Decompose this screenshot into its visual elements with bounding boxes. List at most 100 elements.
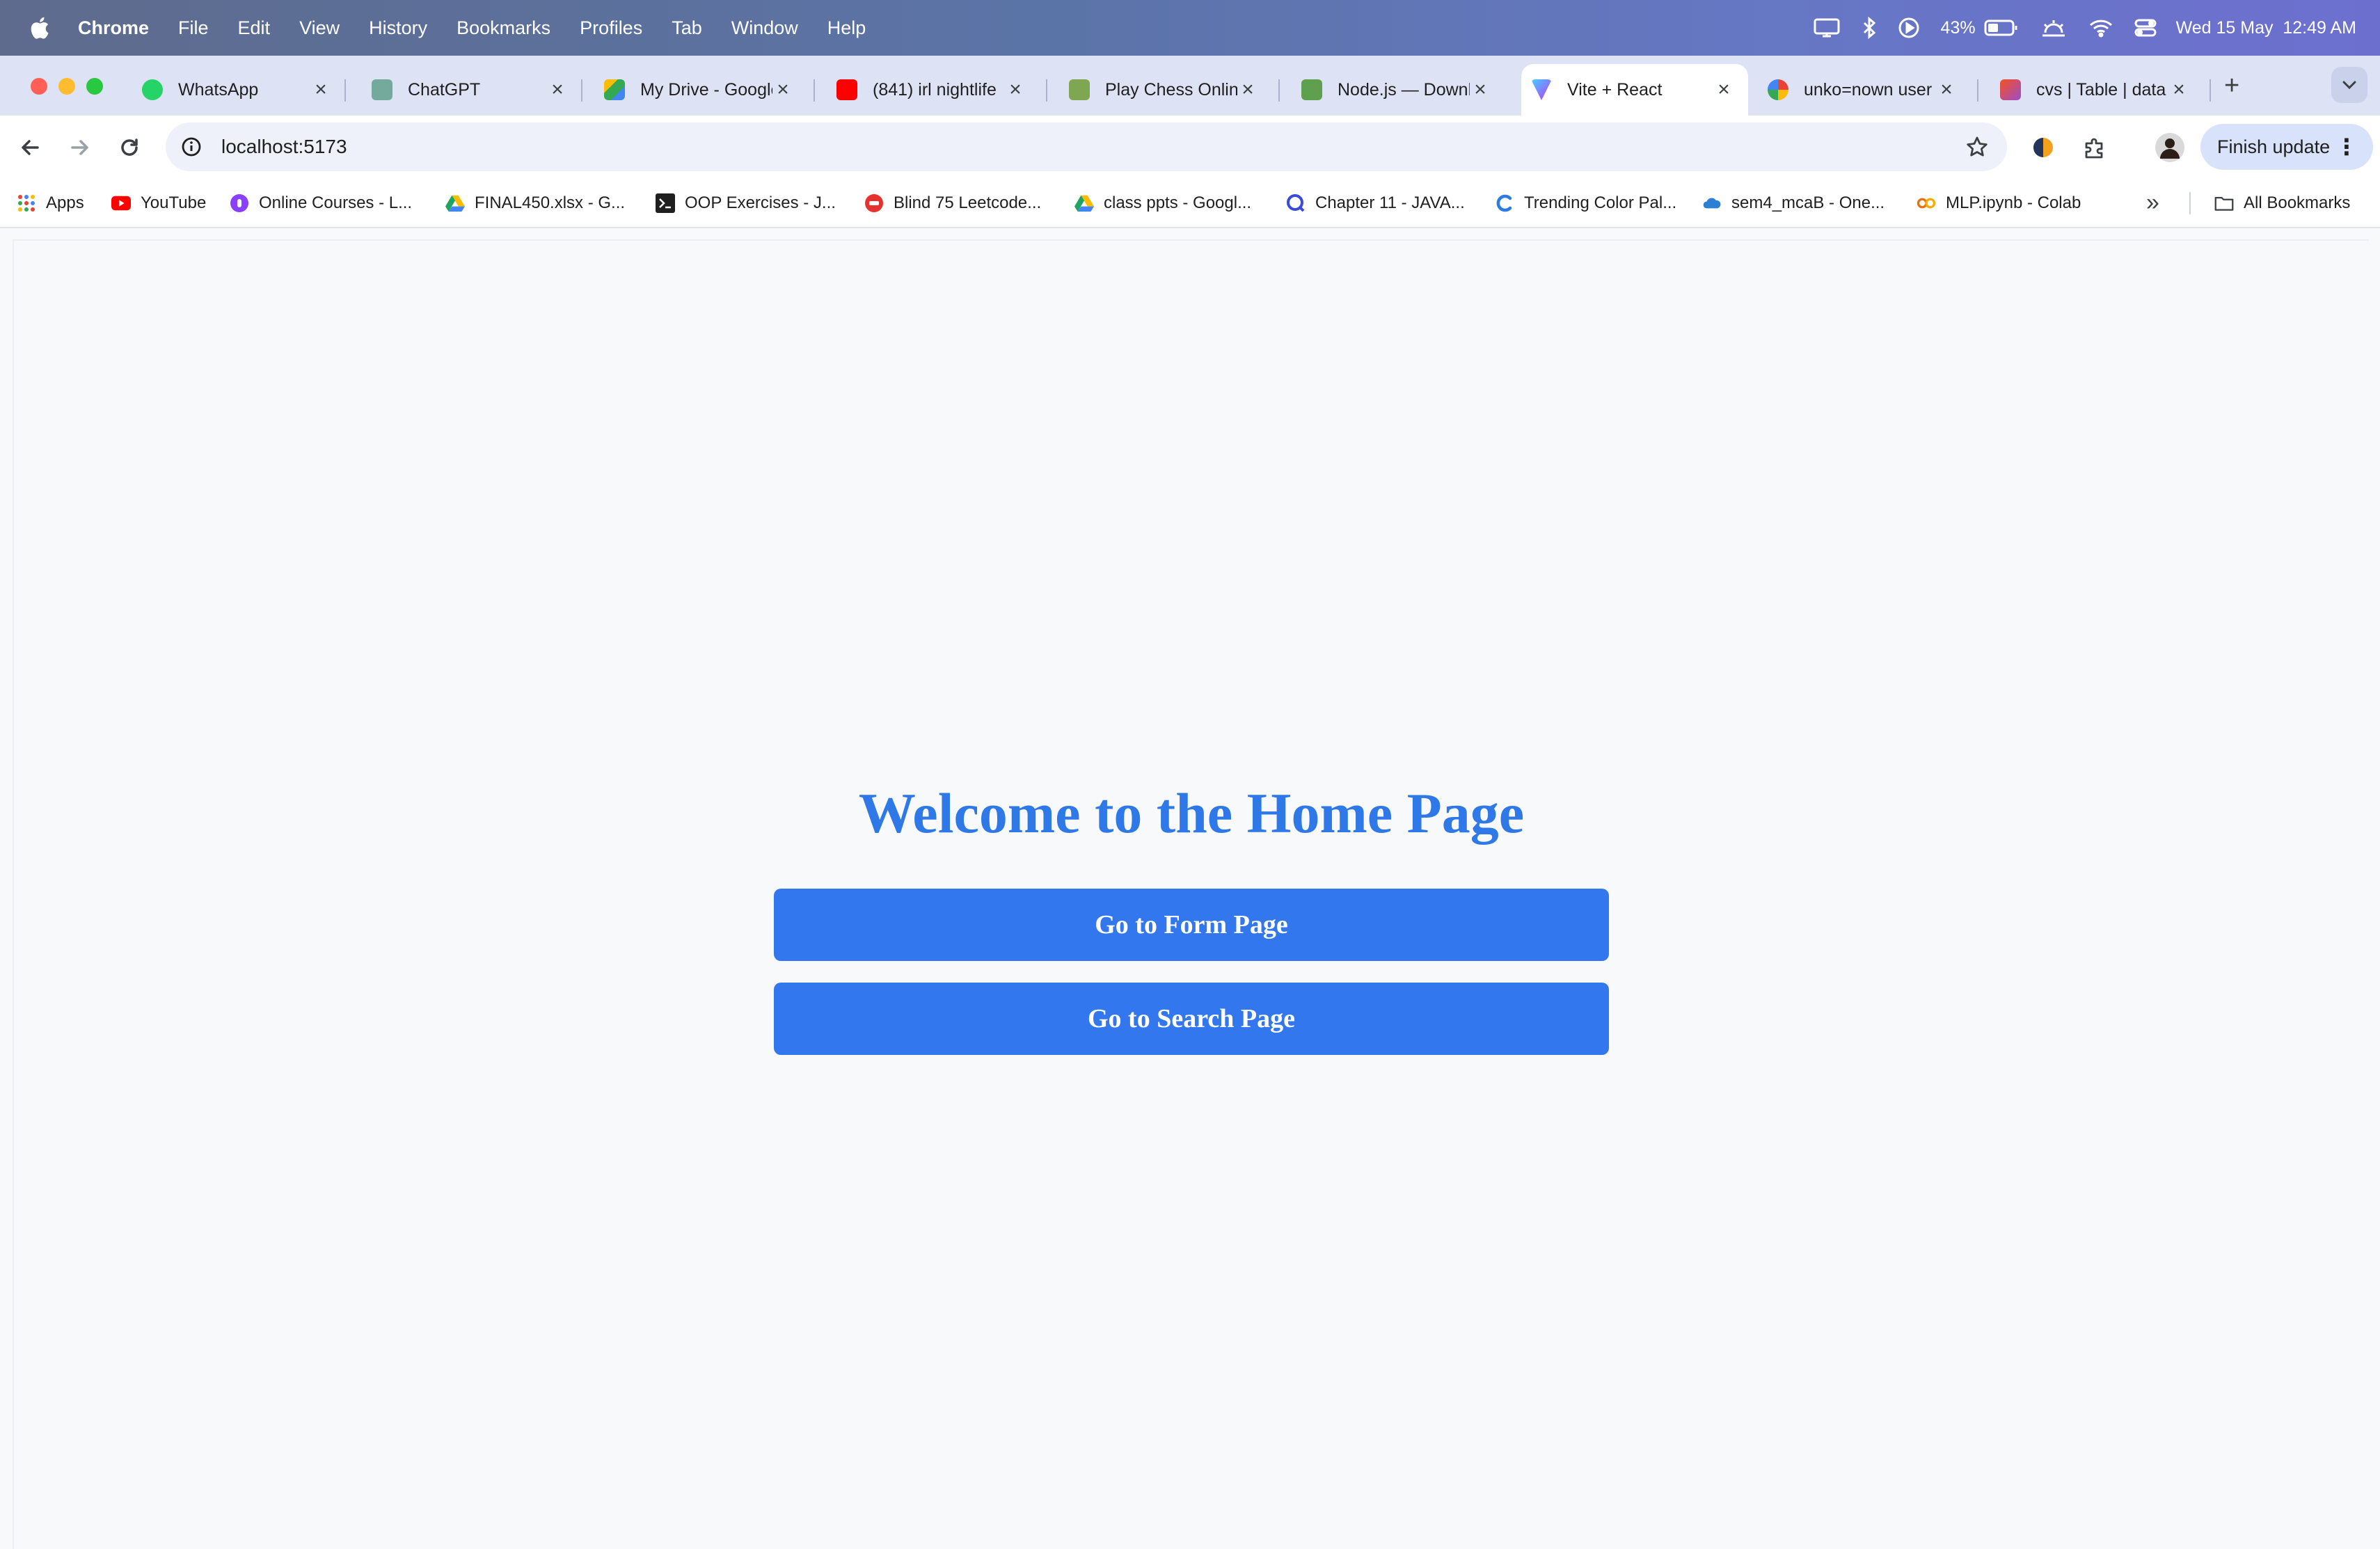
bookmark-label: FINAL450.xlsx - G...: [475, 193, 626, 212]
bookmark-star-icon[interactable]: [1965, 135, 1989, 159]
page-title: Welcome to the Home Page: [858, 781, 1525, 845]
site-info-icon[interactable]: [181, 136, 202, 157]
close-tab-icon[interactable]: ×: [1237, 78, 1258, 102]
bookmark-label: Trending Color Pal...: [1524, 193, 1677, 212]
brightness-icon[interactable]: [2040, 17, 2068, 38]
more-vert-icon[interactable]: ⋮: [2335, 136, 2358, 158]
go-to-search-button[interactable]: Go to Search Page: [774, 983, 1609, 1055]
close-tab-icon[interactable]: ×: [1005, 78, 1026, 102]
tab-title: Vite + React: [1567, 79, 1663, 100]
leetcode-icon: [864, 193, 884, 213]
url-text[interactable]: localhost:5173: [221, 136, 1965, 158]
bookmark-mlp-colab[interactable]: MLP.ipynb - Colab: [1917, 180, 2081, 227]
screen-mirroring-icon[interactable]: [1813, 17, 1841, 38]
google-drive-icon: [604, 79, 625, 100]
bookmark-apps[interactable]: Apps: [17, 180, 84, 227]
menubar-datetime[interactable]: Wed 15 May 12:49 AM: [2176, 18, 2356, 38]
new-tab-plus-icon[interactable]: +: [2224, 71, 2239, 101]
menu-file[interactable]: File: [178, 17, 209, 39]
bookmark-online-courses[interactable]: Online Courses - L...: [230, 180, 412, 227]
bookmark-trending-color[interactable]: Trending Color Pal...: [1495, 180, 1676, 227]
courses-icon: [230, 193, 249, 213]
tab-separator: [1278, 79, 1280, 102]
bookmark-label: Online Courses - L...: [259, 193, 413, 212]
close-tab-icon[interactable]: ×: [1936, 78, 1957, 102]
go-to-form-button[interactable]: Go to Form Page: [774, 889, 1609, 961]
menu-bookmarks[interactable]: Bookmarks: [457, 17, 550, 39]
close-tab-icon[interactable]: ×: [1713, 78, 1734, 102]
apps-grid-icon: [17, 193, 36, 213]
forward-arrow-icon[interactable]: [64, 132, 95, 163]
menu-app-name[interactable]: Chrome: [78, 17, 149, 39]
youtube-icon: [836, 79, 857, 100]
menu-view[interactable]: View: [299, 17, 340, 39]
tab-chatgpt[interactable]: ChatGPT ×: [362, 64, 582, 116]
tab-title: cvs | Table | data: [2036, 79, 2166, 100]
bookmark-oop-exercises[interactable]: OOP Exercises - J...: [656, 180, 836, 227]
battery-percent: 43%: [1940, 17, 1976, 38]
tab-separator: [814, 79, 815, 102]
google-drive-icon: [445, 193, 465, 213]
tab-nodejs[interactable]: Node.js — Download ×: [1292, 64, 1512, 116]
bookmark-class-ppts[interactable]: class ppts - Googl...: [1074, 180, 1251, 227]
bookmark-blind-75[interactable]: Blind 75 Leetcode...: [864, 180, 1041, 227]
menu-window[interactable]: Window: [731, 17, 798, 39]
bookmark-youtube[interactable]: YouTube: [111, 180, 206, 227]
control-center-icon[interactable]: [2134, 18, 2157, 38]
menu-help[interactable]: Help: [827, 17, 866, 39]
close-tab-icon[interactable]: ×: [772, 78, 793, 102]
wifi-icon[interactable]: [2088, 18, 2113, 38]
tab-google-drive[interactable]: My Drive - Google ×: [594, 64, 815, 116]
media-play-icon[interactable]: [1898, 17, 1920, 39]
back-arrow-icon[interactable]: [15, 132, 46, 163]
tab-google-search[interactable]: unko=nown user ×: [1758, 64, 1978, 116]
google-icon: [1768, 79, 1788, 100]
address-bar[interactable]: localhost:5173: [166, 122, 2007, 171]
tab-vite-react[interactable]: Vite + React ×: [1521, 64, 1748, 116]
youtube-icon: [111, 193, 131, 213]
bookmark-label: YouTube: [141, 193, 207, 212]
nodejs-icon: [1301, 79, 1322, 100]
reload-icon[interactable]: [114, 132, 145, 163]
tab-chess[interactable]: Play Chess Online ×: [1059, 64, 1280, 116]
extensions-puzzle-icon[interactable]: [2078, 131, 2111, 164]
menu-history[interactable]: History: [369, 17, 427, 39]
terminal-icon: [656, 193, 675, 213]
bookmark-label: Blind 75 Leetcode...: [894, 193, 1042, 212]
bookmark-label: class ppts - Googl...: [1104, 193, 1252, 212]
minimize-window-button[interactable]: [58, 78, 75, 95]
close-tab-icon[interactable]: ×: [2168, 78, 2189, 102]
apple-logo-icon[interactable]: [28, 15, 50, 40]
extension-orange-icon[interactable]: [2026, 131, 2060, 164]
close-tab-icon[interactable]: ×: [547, 78, 568, 102]
tab-youtube[interactable]: (841) irl nightlife ×: [827, 64, 1047, 116]
menu-profiles[interactable]: Profiles: [580, 17, 642, 39]
all-bookmarks-folder[interactable]: All Bookmarks: [2214, 180, 2350, 227]
close-tab-icon[interactable]: ×: [310, 78, 331, 102]
bluetooth-icon[interactable]: [1862, 17, 1877, 39]
finish-update-button[interactable]: Finish update ⋮: [2200, 124, 2373, 170]
bookmark-sem4-mcab[interactable]: sem4_mcaB - One...: [1702, 180, 1885, 227]
close-tab-icon[interactable]: ×: [1470, 78, 1491, 102]
finish-update-label: Finish update: [2217, 136, 2331, 157]
tab-title: Play Chess Online: [1105, 79, 1237, 100]
tab-cvs[interactable]: cvs | Table | data ×: [1990, 64, 2211, 116]
tab-separator: [1977, 79, 1978, 102]
chatgpt-icon: [372, 79, 392, 100]
tab-whatsapp[interactable]: WhatsApp ×: [132, 64, 346, 116]
menu-edit[interactable]: Edit: [238, 17, 271, 39]
bookmark-label: MLP.ipynb - Colab: [1946, 193, 2081, 212]
bookmark-chapter-11[interactable]: Chapter 11 - JAVA...: [1286, 180, 1465, 227]
tab-separator: [344, 79, 346, 102]
profile-avatar[interactable]: [2153, 131, 2187, 164]
bookmark-label: Chapter 11 - JAVA...: [1315, 193, 1465, 212]
tab-search-chevron-icon[interactable]: [2331, 67, 2367, 103]
more-bookmarks-chevron-icon[interactable]: »: [2146, 189, 2159, 216]
bookmark-final450[interactable]: FINAL450.xlsx - G...: [445, 180, 625, 227]
menu-tab[interactable]: Tab: [672, 17, 702, 39]
zoom-window-button[interactable]: [86, 78, 103, 95]
battery-icon[interactable]: [1984, 19, 2019, 37]
tab-separator: [1046, 79, 1047, 102]
close-window-button[interactable]: [31, 78, 47, 95]
tab-strip: WhatsApp × ChatGPT × My Drive - Google ×…: [0, 56, 2380, 116]
